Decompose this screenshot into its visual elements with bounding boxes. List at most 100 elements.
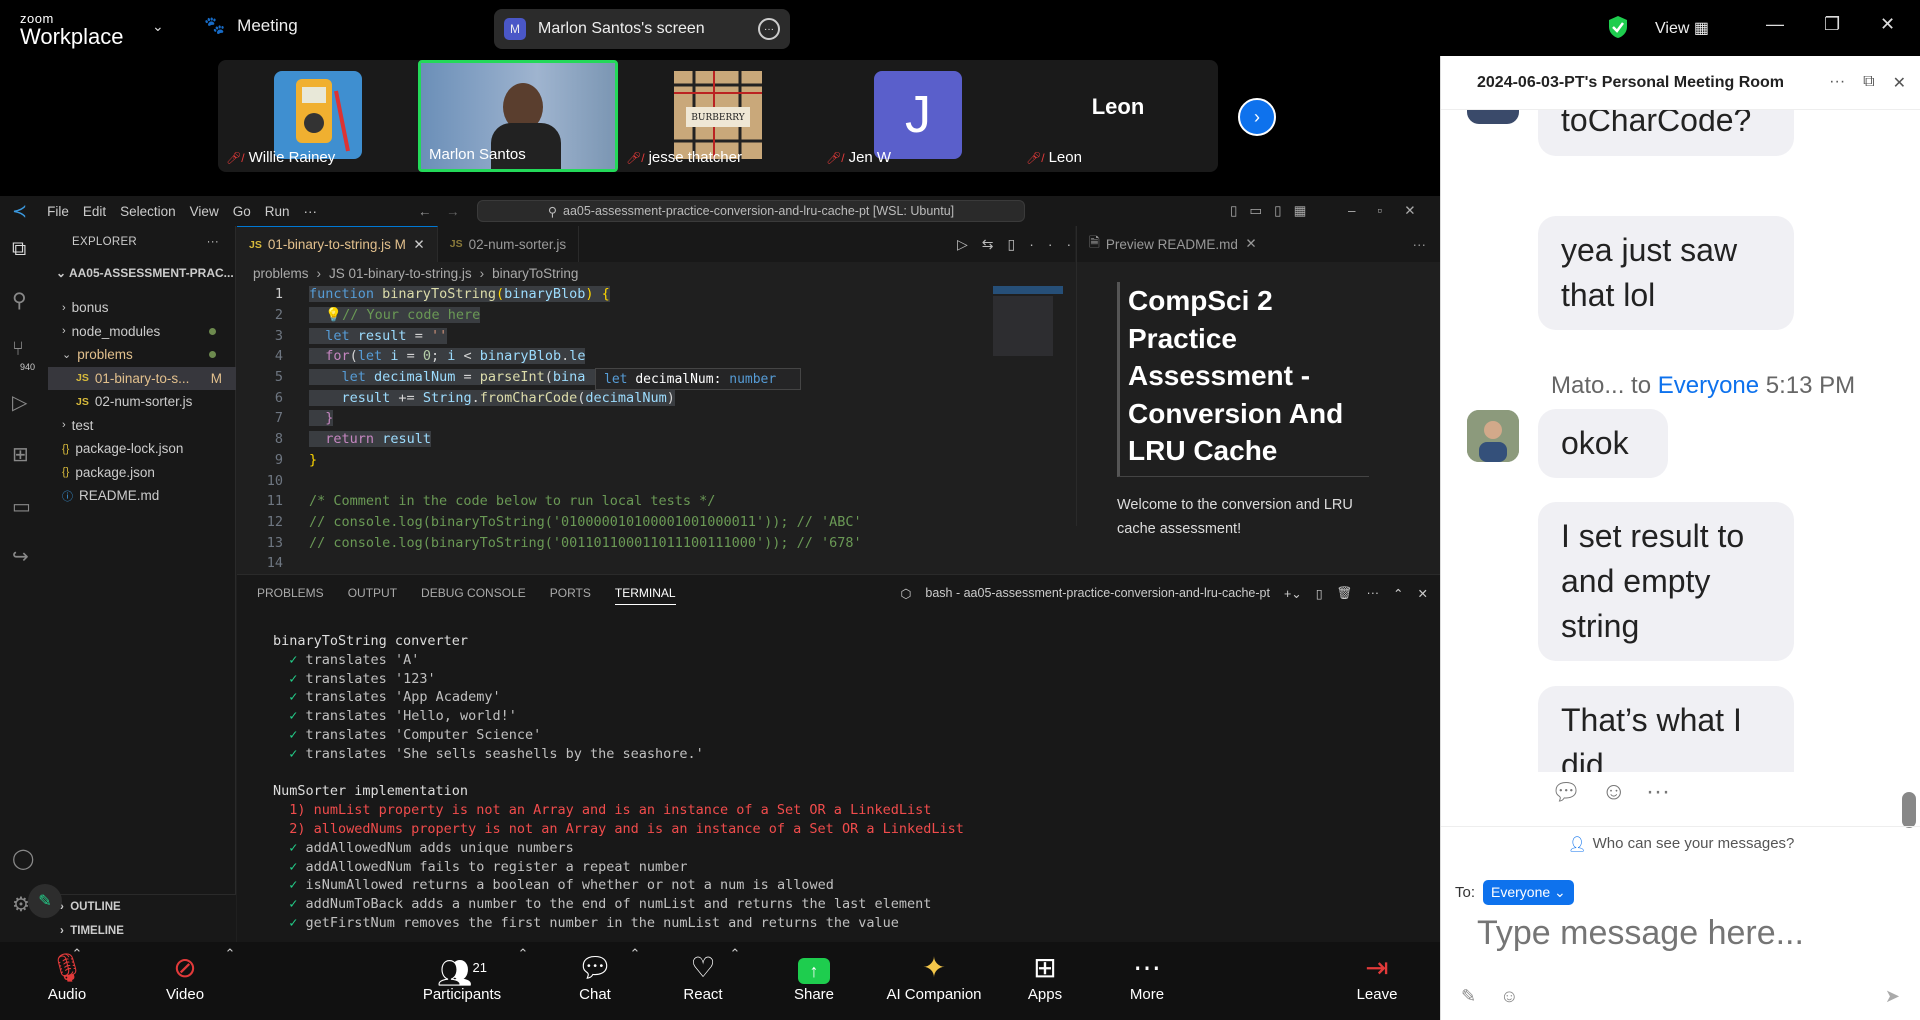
close-icon[interactable]: ✕ <box>413 237 424 253</box>
emoji-icon[interactable]: ☺ <box>1500 986 1518 1007</box>
screen-share-indicator[interactable]: M Marlon Santos's screen ··· <box>494 9 790 49</box>
message-input[interactable] <box>1477 914 1897 953</box>
source-control-icon[interactable]: ⑂ <box>12 338 38 364</box>
participant-tile[interactable]: J 🎤︎/Jen W <box>818 60 1018 172</box>
forward-arrow-icon[interactable]: → <box>446 204 460 219</box>
participant-tile-active[interactable]: Marlon Santos <box>418 60 618 172</box>
breadcrumb-item[interactable]: binaryToString <box>492 266 578 281</box>
view-menu[interactable]: View ▦ <box>1655 18 1709 38</box>
menu-view[interactable]: View <box>190 204 219 219</box>
menu-run[interactable]: Run <box>265 204 290 219</box>
menu-selection[interactable]: Selection <box>120 204 176 219</box>
recipient-select[interactable]: Everyone ⌄ <box>1483 880 1574 905</box>
terminal-name[interactable]: bash - aa05-assessment-practice-conversi… <box>925 586 1270 600</box>
popout-icon[interactable]: ⧉ <box>1863 73 1874 93</box>
tree-item[interactable]: {} package.json <box>48 461 236 485</box>
next-page-button[interactable]: › <box>1238 98 1276 136</box>
scrollbar[interactable] <box>1902 792 1916 828</box>
reply-icon[interactable]: 💬︎ <box>1551 778 1581 807</box>
react-options-caret[interactable]: ⌃ <box>720 946 750 962</box>
participant-tile[interactable]: Leon 🎤︎/Leon <box>1018 60 1218 172</box>
outline-section[interactable]: › OUTLINE <box>48 895 236 919</box>
files-icon[interactable]: ⧉ <box>12 238 38 264</box>
emoji-react-icon[interactable]: ☺ <box>1601 778 1626 807</box>
editor-actions[interactable]: ▷⇆▯··· <box>957 236 1085 253</box>
tree-item-label: problems <box>77 347 133 363</box>
shield-check-icon[interactable] <box>1608 15 1628 39</box>
split-icon[interactable]: ▯ <box>1316 586 1323 601</box>
run-debug-icon[interactable]: ▷ <box>12 390 38 416</box>
code-lines[interactable]: 1 function binaryToString(binaryBlob) { 2… <box>237 284 1075 574</box>
participant-tile[interactable]: BURBERRY 🎤︎/jesse thatcher <box>618 60 818 172</box>
workspace-root[interactable]: ⌄ AA05-ASSESSMENT-PRAC... <box>56 266 234 280</box>
close-icon[interactable]: ✕ <box>1418 586 1428 601</box>
tab-num-sorter[interactable]: JS 02-num-sorter.js <box>438 226 580 262</box>
tree-item[interactable]: JS 01-binary-to-s... M <box>48 366 236 390</box>
chevron-down-icon[interactable]: ⌄ <box>152 18 164 35</box>
meeting-menu[interactable]: 🐾 Meeting <box>204 16 298 36</box>
tree-item[interactable]: ⓘ README.md <box>48 484 236 508</box>
layout-icons[interactable]: ▯▭▯▦ <box>1230 203 1318 219</box>
more-icon[interactable]: ··· <box>207 236 219 248</box>
close-icon[interactable]: ✕ <box>1893 73 1906 93</box>
apps-button[interactable]: ⊞ Apps <box>1000 950 1090 1003</box>
back-arrow-icon[interactable]: ← <box>418 204 432 219</box>
ai-companion-button[interactable]: ✦ AI Companion <box>874 950 994 1003</box>
tab-debug-console[interactable]: DEBUG CONSOLE <box>421 586 526 600</box>
menu-file[interactable]: File <box>47 204 69 219</box>
account-icon[interactable]: ◯ <box>12 846 38 872</box>
breadcrumb-item[interactable]: JS 01-binary-to-string.js <box>329 266 472 281</box>
tree-item[interactable]: {} package-lock.json <box>48 437 236 461</box>
message-list[interactable]: toCharCode? yea just saw that lol Mato..… <box>1441 110 1920 772</box>
tab-binary-to-string[interactable]: JS 01-binary-to-string.js M ✕ <box>237 226 438 262</box>
maximize-icon[interactable]: ⌃ <box>1393 586 1403 601</box>
avatar[interactable] <box>1467 410 1519 462</box>
trash-icon[interactable]: 🗑 <box>1337 586 1353 601</box>
chat-options-caret[interactable]: ⌃ <box>620 946 650 962</box>
tree-item[interactable]: ⌄ problems <box>48 343 236 367</box>
leave-button[interactable]: ⇥ Leave <box>1332 950 1422 1003</box>
close-icon[interactable]: ✕ <box>1880 14 1895 35</box>
menu-more[interactable]: ··· <box>303 204 317 219</box>
tab-output[interactable]: OUTPUT <box>348 586 397 600</box>
add-terminal-icon[interactable]: +⌄ <box>1284 586 1302 601</box>
command-center-search[interactable]: ⚲ aa05-assessment-practice-conversion-and… <box>477 200 1025 222</box>
remote-explorer-icon[interactable]: ▭ <box>12 494 38 520</box>
audio-options-caret[interactable]: ⌃ <box>62 946 92 962</box>
extensions-icon[interactable]: ⊞ <box>12 442 38 468</box>
live-share-icon[interactable]: ↪ <box>12 544 38 570</box>
more-icon[interactable]: ··· <box>1646 778 1670 807</box>
more-icon[interactable]: ··· <box>1829 73 1845 93</box>
menu-go[interactable]: Go <box>233 204 251 219</box>
window-controls[interactable]: –▫✕ <box>1348 203 1438 219</box>
tree-item[interactable]: JS 02-num-sorter.js <box>48 390 236 414</box>
privacy-link[interactable]: 👤︎ Who can see your messages? <box>1441 826 1920 860</box>
zoom-logo[interactable]: zoom Workplace <box>20 12 124 48</box>
tab-terminal[interactable]: TERMINAL <box>614 586 676 605</box>
format-icon[interactable]: ✎ <box>1461 986 1476 1007</box>
tree-item[interactable]: › node_modules <box>48 320 236 344</box>
more-icon[interactable]: ··· <box>1367 586 1380 600</box>
preview-tab[interactable]: 🗎 Preview README.md ✕ ··· <box>1077 226 1440 262</box>
tab-problems[interactable]: PROBLEMS <box>257 586 324 600</box>
tree-item[interactable]: › bonus <box>48 296 236 320</box>
pencil-annotate-icon[interactable]: ✎ <box>28 884 62 918</box>
more-button[interactable]: ⋯ More <box>1102 950 1192 1003</box>
participant-tile[interactable]: 🎤︎/Willie Rainey <box>218 60 418 172</box>
tree-item[interactable]: › test <box>48 414 236 438</box>
participants-options-caret[interactable]: ⌃ <box>508 946 538 962</box>
tab-ports[interactable]: PORTS <box>550 586 591 600</box>
terminal-output[interactable]: binaryToString converter ✓ translates 'A… <box>273 633 964 934</box>
restore-icon[interactable]: ❐ <box>1824 14 1840 35</box>
menu-edit[interactable]: Edit <box>83 204 106 219</box>
search-icon[interactable]: ⚲ <box>12 288 38 314</box>
participants-button[interactable]: 👥︎21 Participants <box>412 950 512 1003</box>
minimap[interactable] <box>993 284 1073 404</box>
breadcrumb-item[interactable]: problems <box>253 266 309 281</box>
more-icon[interactable]: ··· <box>758 18 780 40</box>
send-icon[interactable]: ➤ <box>1885 986 1900 1007</box>
minimize-icon[interactable]: — <box>1766 14 1784 35</box>
timeline-section[interactable]: › TIMELINE <box>48 919 236 943</box>
video-options-caret[interactable]: ⌃ <box>215 946 245 962</box>
share-button[interactable]: ↑ Share <box>769 950 859 1003</box>
